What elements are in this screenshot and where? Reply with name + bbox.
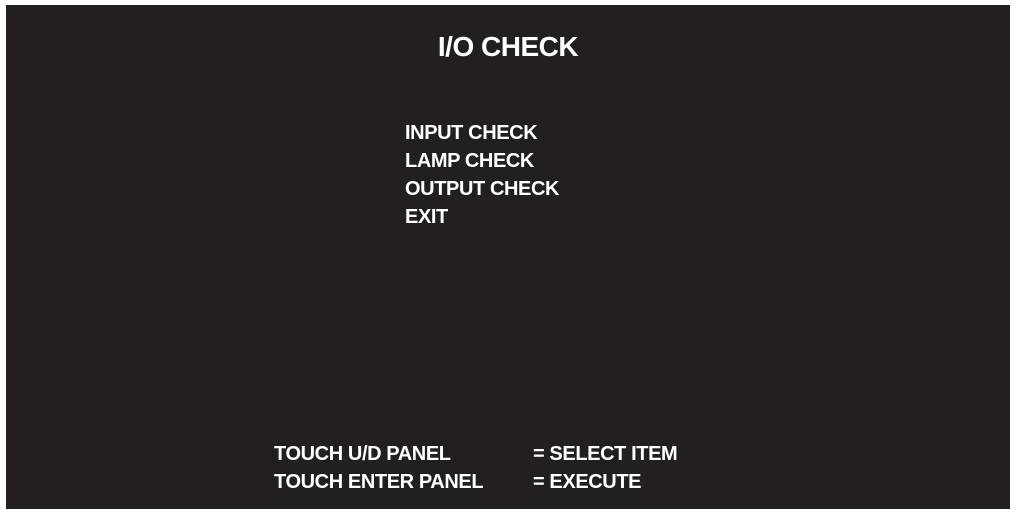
screen-title: I/O CHECK	[437, 31, 579, 62]
menu-item-exit[interactable]: EXIT	[405, 203, 559, 231]
instruction-control: TOUCH U/D PANEL	[274, 443, 451, 465]
menu-item-lamp-check[interactable]: LAMP CHECK	[405, 147, 559, 175]
instruction-control: TOUCH ENTER PANEL	[274, 471, 484, 493]
io-check-screen: I/O CHECK INPUT CHECK LAMP CHECK OUTPUT …	[6, 5, 1010, 509]
instruction-row-select: TOUCH U/D PANEL = SELECT ITEM	[274, 440, 678, 468]
control-instructions: TOUCH U/D PANEL = SELECT ITEM TOUCH ENTE…	[274, 440, 678, 496]
instruction-action: = SELECT ITEM	[533, 443, 678, 465]
instruction-row-execute: TOUCH ENTER PANEL = EXECUTE	[274, 468, 677, 496]
menu-item-input-check[interactable]: INPUT CHECK	[405, 119, 559, 147]
io-check-menu: INPUT CHECK LAMP CHECK OUTPUT CHECK EXIT	[405, 119, 559, 231]
instruction-action: = EXECUTE	[533, 471, 642, 493]
menu-item-output-check[interactable]: OUTPUT CHECK	[405, 175, 559, 203]
